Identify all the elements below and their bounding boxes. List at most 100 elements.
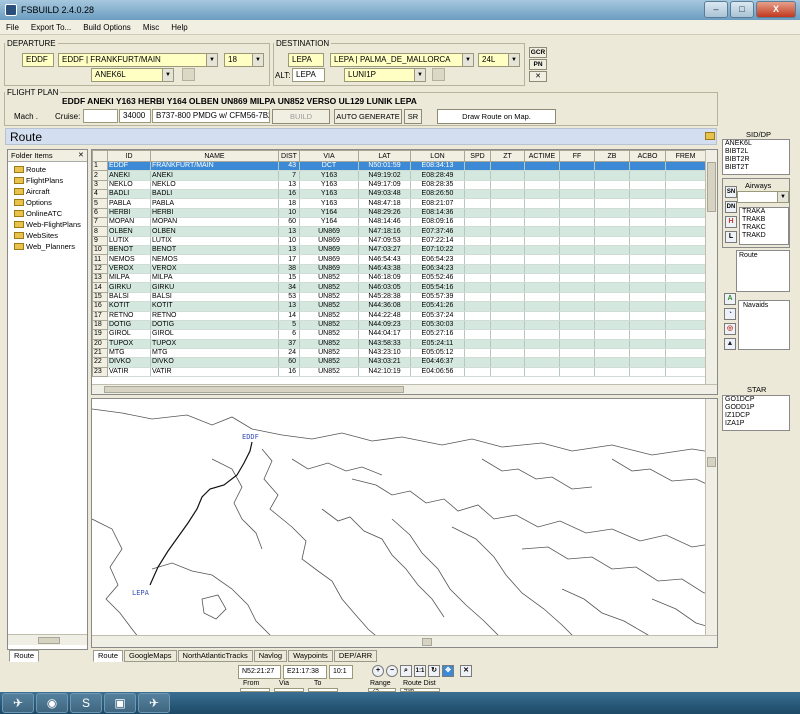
tab-folder-route[interactable]: Route bbox=[9, 650, 40, 662]
minimize-button[interactable]: – bbox=[704, 1, 728, 18]
column-header[interactable]: ID bbox=[107, 150, 151, 162]
map-hscrollbar[interactable] bbox=[92, 635, 717, 647]
route-list-box[interactable]: Route bbox=[736, 250, 790, 292]
list-item[interactable]: TRAKB bbox=[740, 216, 788, 224]
list-item[interactable]: BIBT2T bbox=[723, 164, 789, 172]
column-header[interactable]: VIA bbox=[299, 150, 359, 162]
column-header[interactable]: ACBO bbox=[629, 150, 666, 162]
low-airway-icon[interactable]: L bbox=[725, 231, 737, 243]
map-canvas[interactable]: EDDF LEPA bbox=[92, 399, 717, 647]
table-row[interactable]: 19 GIROL GIROL 6 UN852 N44:04:17 E05:27:16 bbox=[92, 329, 706, 340]
maximize-button[interactable]: □ bbox=[730, 1, 754, 18]
destination-runway-select[interactable]: 24L ▼ bbox=[478, 53, 520, 67]
list-item[interactable]: IZ1DCP bbox=[723, 412, 789, 420]
column-header[interactable]: LON bbox=[410, 150, 465, 162]
aircraft-field[interactable]: B737-800 PMDG w/ CFM56-7B26 bbox=[152, 109, 270, 123]
skype-icon[interactable]: S bbox=[70, 693, 102, 713]
list-item[interactable]: BIBT2L bbox=[723, 148, 789, 156]
start-icon[interactable]: ✈ bbox=[2, 693, 34, 713]
table-row[interactable]: 12 VEROX VEROX 38 UN869 N46:43:38 E06:34:23 bbox=[92, 263, 706, 275]
star-select[interactable]: LUNI1P ▼ bbox=[344, 68, 426, 82]
column-header[interactable]: LAT bbox=[358, 150, 411, 162]
table-row[interactable]: 3 NEKLO NEKLO 13 Y163 N49:17:09 E08:28:35 bbox=[92, 179, 706, 191]
airways-list[interactable]: TRAKA TRAKB TRAKC TRAKD bbox=[739, 207, 789, 245]
airport-icon[interactable]: A bbox=[724, 293, 736, 305]
table-row[interactable]: 16 KOTIT KOTIT 13 UN852 N44:36:08 E05:41:26 bbox=[92, 301, 706, 312]
column-header[interactable]: NAME bbox=[150, 150, 279, 162]
folder-item-onlineatc[interactable]: OnlineATC bbox=[8, 208, 87, 219]
grid-vscrollbar[interactable] bbox=[705, 150, 717, 384]
list-item[interactable]: IZA1P bbox=[723, 420, 789, 428]
list-item[interactable]: ANEK6L bbox=[723, 140, 789, 148]
column-header[interactable]: FREM bbox=[665, 150, 706, 162]
table-row[interactable]: 7 MOPAN MOPAN 60 Y164 N48:14:46 E08:09:16 bbox=[92, 217, 706, 228]
destination-airport-select[interactable]: LEPA | PALMA_DE_MALLORCA ▼ bbox=[330, 53, 474, 67]
clear-button[interactable]: ✕ bbox=[529, 71, 547, 82]
table-row[interactable]: 22 DIVKO DIVKO 60 UN852 N43:03:21 E04:46:37 bbox=[92, 357, 706, 368]
list-item[interactable]: TRAKA bbox=[740, 208, 788, 216]
clear-map-icon[interactable]: ✕ bbox=[460, 665, 472, 677]
column-header[interactable]: ACTIME bbox=[524, 150, 560, 162]
menu-export-to[interactable]: Export To... bbox=[25, 23, 77, 32]
sid-option-checkbox[interactable] bbox=[182, 68, 195, 81]
mach-input[interactable] bbox=[83, 109, 118, 123]
table-row[interactable]: 21 MTG MTG 24 UN852 N43:23:10 E05:05:12 bbox=[92, 347, 706, 359]
table-row[interactable]: 11 NEMOS NEMOS 17 UN869 N46:54:43 E06:54:23 bbox=[92, 254, 706, 265]
build-button[interactable]: BUILD bbox=[272, 109, 330, 124]
table-row[interactable]: 9 LUTIX LUTIX 10 UN869 N47:09:53 E07:22:14 bbox=[92, 235, 706, 247]
ndb-icon[interactable]: ◎ bbox=[724, 323, 736, 335]
departure-airport-select[interactable]: EDDF | FRANKFURT/MAIN ▼ bbox=[58, 53, 218, 67]
menu-build-options[interactable]: Build Options bbox=[77, 23, 137, 32]
destination-icao-input[interactable]: LEPA bbox=[288, 53, 324, 67]
column-header[interactable]: ZT bbox=[490, 150, 525, 162]
menu-misc[interactable]: Misc bbox=[137, 23, 165, 32]
sid-dp-list[interactable]: ANEK6L BIBT2L BIBT2R BIBT2T bbox=[722, 139, 790, 175]
vor-icon[interactable]: ◔ bbox=[724, 308, 736, 320]
tab-googlemaps[interactable]: GoogleMaps bbox=[124, 650, 177, 662]
grid-hscrollbar[interactable] bbox=[92, 384, 717, 394]
sr-button[interactable]: SR bbox=[404, 109, 422, 124]
table-row[interactable]: 18 DOTIG DOTIG 5 UN852 N44:09:23 E05:30:03 bbox=[92, 319, 706, 331]
table-row[interactable]: 2 ANEKI ANEKI 7 Y163 N49:19:02 E08:28:49 bbox=[92, 170, 706, 181]
column-header[interactable]: ZB bbox=[594, 150, 630, 162]
table-row[interactable]: 20 TUPOX TUPOX 37 UN852 N43:58:33 E05:24:11 bbox=[92, 338, 706, 349]
chevron-down-icon[interactable]: ▼ bbox=[252, 54, 263, 66]
close-button[interactable]: X bbox=[756, 1, 796, 18]
table-row[interactable]: 13 MILPA MILPA 15 UN852 N46:18:09 E05:52:46 bbox=[92, 273, 706, 284]
list-item[interactable]: TRAKC bbox=[740, 224, 788, 232]
star-list[interactable]: GO1DCP GODD1P IZ1DCP IZA1P bbox=[722, 395, 790, 431]
menu-file[interactable]: File bbox=[0, 23, 25, 32]
draw-route-button[interactable]: Draw Route on Map. bbox=[437, 109, 556, 124]
zoom-out-icon[interactable]: − bbox=[386, 665, 398, 677]
alternate-input[interactable]: LEPA bbox=[292, 68, 325, 82]
folder-item-websites[interactable]: WebSites bbox=[8, 230, 87, 241]
folder-icon[interactable] bbox=[705, 132, 715, 140]
navaids-list-box[interactable]: Navaids bbox=[738, 300, 790, 350]
folder-item-aircraft[interactable]: Aircraft bbox=[8, 186, 87, 197]
cruise-input[interactable]: 34000 bbox=[119, 109, 151, 123]
tab-navlog[interactable]: Navlog bbox=[253, 650, 288, 662]
column-header[interactable]: FF bbox=[559, 150, 595, 162]
chevron-down-icon[interactable]: ▼ bbox=[162, 69, 173, 81]
table-row[interactable]: 17 RETNO RETNO 14 UN852 N44:22:48 E05:37:24 bbox=[92, 310, 706, 321]
pn-button[interactable]: PN bbox=[529, 59, 547, 70]
folder-panel-close-icon[interactable]: ✕ bbox=[78, 151, 84, 159]
folder-item-web-planners[interactable]: Web_Planners bbox=[8, 241, 87, 252]
table-row[interactable]: 8 OLBEN OLBEN 13 UN869 N47:18:16 E07:37:46 bbox=[92, 226, 706, 237]
table-row[interactable]: 1 EDDF FRANKFURT/MAIN 43 DCT N50:01:59 E08:34:… bbox=[92, 160, 706, 172]
list-item[interactable]: GO1DCP bbox=[723, 396, 789, 404]
chevron-down-icon[interactable]: ▼ bbox=[462, 54, 473, 66]
column-header[interactable] bbox=[92, 150, 108, 162]
sid-select[interactable]: ANEK6L ▼ bbox=[91, 68, 174, 82]
list-item[interactable]: BIBT2R bbox=[723, 156, 789, 164]
tab-dep-arr[interactable]: DEP/ARR bbox=[333, 650, 378, 662]
table-row[interactable]: 14 GIRKU GIRKU 34 UN852 N46:03:05 E05:54:16 bbox=[92, 282, 706, 293]
airways-select[interactable]: ▼ bbox=[737, 191, 789, 203]
fix-icon[interactable]: ▲ bbox=[724, 338, 736, 350]
dn-icon[interactable]: DN bbox=[725, 201, 737, 213]
list-item[interactable]: GODD1P bbox=[723, 404, 789, 412]
pan-icon[interactable]: ✥ bbox=[442, 665, 454, 677]
chevron-down-icon[interactable]: ▼ bbox=[414, 69, 425, 81]
map-panel[interactable]: EDDF LEPA bbox=[91, 398, 718, 648]
tab-route[interactable]: Route bbox=[93, 650, 124, 662]
